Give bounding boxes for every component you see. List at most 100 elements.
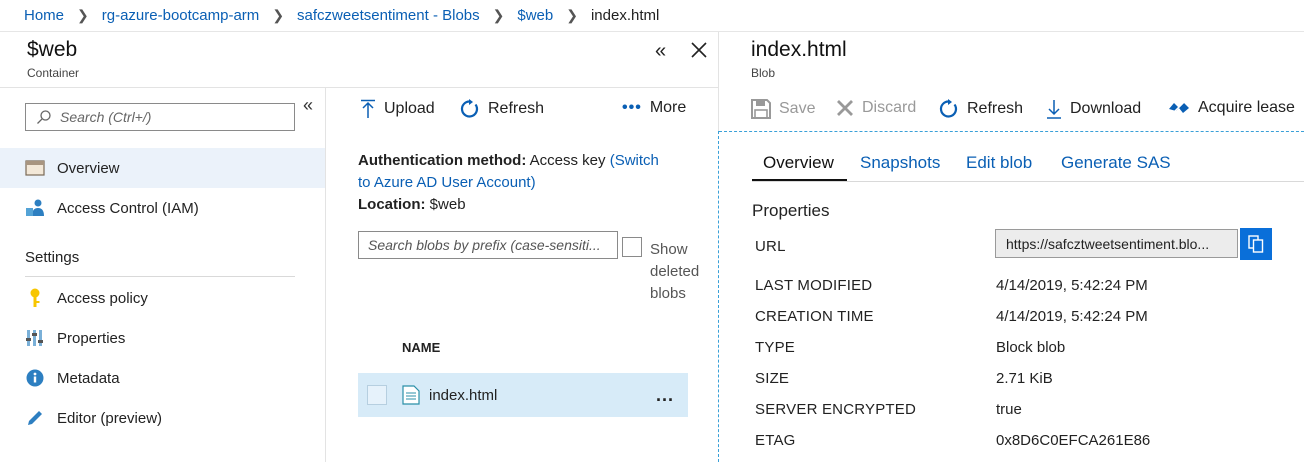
auth-label: Authentication method:	[358, 152, 527, 169]
switch-auth-link-cont[interactable]: to Azure AD User Account)	[358, 174, 536, 191]
sidebar-item-label: Access policy	[57, 289, 148, 307]
collapse-sidebar-icon[interactable]: «	[303, 95, 313, 116]
search-icon	[36, 109, 52, 125]
sidebar-item-properties[interactable]: Properties	[0, 318, 325, 358]
size-label: SIZE	[755, 370, 790, 387]
sidebar-item-label: Metadata	[57, 369, 120, 387]
info-icon	[25, 368, 45, 388]
blob-subtitle: Blob	[751, 66, 776, 80]
chevron-right-icon: ❯	[272, 7, 285, 23]
iam-icon	[25, 198, 45, 218]
show-deleted-checkbox[interactable]	[622, 237, 642, 257]
type-label: TYPE	[755, 339, 795, 356]
blade-divider	[718, 32, 719, 132]
double-chevron-left-icon[interactable]: «	[655, 40, 666, 63]
table-row[interactable]: index.html ...	[358, 373, 688, 417]
etag-label: ETAG	[755, 432, 796, 449]
save-button[interactable]: Save	[751, 99, 815, 119]
url-field[interactable]: https://safcztweetsentiment.blo...	[995, 229, 1238, 258]
row-checkbox[interactable]	[367, 385, 387, 405]
tab-overview[interactable]: Overview	[763, 153, 834, 173]
properties-icon	[25, 328, 45, 348]
type-value: Block blob	[996, 339, 1066, 356]
last-modified-label: LAST MODIFIED	[755, 277, 873, 294]
properties-heading: Properties	[752, 201, 830, 220]
acquire-lease-label: Acquire lease	[1198, 99, 1295, 116]
sidebar-item-overview[interactable]: Overview	[0, 148, 325, 188]
ellipsis-icon: •••	[622, 99, 642, 116]
server-encrypted-label: SERVER ENCRYPTED	[755, 401, 917, 418]
server-encrypted-value: true	[996, 401, 1022, 418]
blob-refresh-button[interactable]: Refresh	[939, 99, 1023, 119]
url-label: URL	[755, 238, 786, 255]
refresh-icon	[460, 99, 480, 119]
chevron-right-icon: ❯	[492, 7, 505, 23]
breadcrumb-container[interactable]: $web	[517, 7, 553, 24]
acquire-lease-button[interactable]: Acquire lease	[1168, 99, 1295, 117]
container-refresh-button[interactable]: Refresh	[460, 99, 544, 119]
copy-url-button[interactable]	[1240, 228, 1272, 260]
creation-time-value: 4/14/2019, 5:42:24 PM	[996, 308, 1148, 325]
download-icon	[1046, 99, 1062, 119]
save-icon	[751, 99, 771, 119]
blob-title: index.html	[751, 38, 847, 61]
upload-icon	[360, 99, 376, 119]
blob-name[interactable]: index.html	[429, 387, 497, 404]
settings-heading: Settings	[25, 249, 80, 266]
file-icon	[402, 385, 420, 405]
sidebar-item-label: Editor (preview)	[57, 409, 163, 427]
sidebar-item-iam[interactable]: Access Control (IAM)	[0, 188, 325, 228]
pencil-icon	[25, 408, 45, 428]
sidebar-item-label: Access Control (IAM)	[57, 199, 199, 217]
overview-icon	[25, 158, 45, 178]
download-label: Download	[1070, 100, 1142, 117]
download-button[interactable]: Download	[1046, 99, 1141, 119]
etag-value: 0x8D6C0EFCA261E86	[996, 432, 1151, 449]
settings-divider	[25, 276, 295, 277]
breadcrumb-resource-group[interactable]: rg-azure-bootcamp-arm	[102, 7, 260, 24]
blob-search-input[interactable]: Search blobs by prefix (case-sensiti...	[358, 231, 618, 259]
key-icon	[25, 288, 45, 308]
blade-divider-dashed	[718, 131, 719, 462]
sidebar-item-metadata[interactable]: Metadata	[0, 358, 325, 398]
copy-icon	[1248, 235, 1264, 253]
sidebar-search-input[interactable]: Search (Ctrl+/)	[25, 103, 295, 131]
breadcrumb-blobs[interactable]: safczweetsentiment - Blobs	[297, 7, 480, 24]
size-value: 2.71 KiB	[996, 370, 1053, 387]
discard-button[interactable]: Discard	[836, 99, 916, 117]
header-divider	[0, 87, 718, 88]
chevron-right-icon: ❯	[77, 7, 89, 23]
more-button[interactable]: ••• More	[622, 99, 686, 117]
discard-icon	[836, 99, 854, 117]
breadcrumb-home[interactable]: Home	[24, 7, 64, 24]
container-subtitle: Container	[27, 66, 80, 80]
auth-info: Authentication method: Access key (Switc…	[358, 150, 698, 216]
tabs-divider	[752, 181, 1304, 182]
refresh-label: Refresh	[967, 100, 1024, 117]
close-icon[interactable]	[690, 41, 708, 63]
sidebar-search-placeholder: Search (Ctrl+/)	[60, 109, 152, 125]
switch-auth-link[interactable]: (Switch	[610, 152, 659, 169]
upload-button[interactable]: Upload	[360, 99, 435, 119]
breadcrumb: Home ❯ rg-azure-bootcamp-arm ❯ safczweet…	[0, 0, 1304, 32]
row-more-button[interactable]: ...	[656, 385, 674, 406]
sidebar-item-label: Overview	[57, 159, 120, 177]
more-label: More	[649, 99, 687, 116]
creation-time-label: CREATION TIME	[755, 308, 874, 325]
sidebar-item-editor[interactable]: Editor (preview)	[0, 398, 325, 438]
tab-edit-blob[interactable]: Edit blob	[966, 153, 1032, 173]
name-column-header[interactable]: NAME	[402, 340, 440, 355]
toolbar-divider-dashed	[719, 131, 1304, 132]
tab-snapshots[interactable]: Snapshots	[860, 153, 940, 173]
lease-icon	[1168, 100, 1190, 116]
refresh-icon	[939, 99, 959, 119]
sidebar-item-access-policy[interactable]: Access policy	[0, 278, 325, 318]
tab-generate-sas[interactable]: Generate SAS	[1061, 153, 1171, 173]
save-label: Save	[779, 100, 816, 117]
auth-value: Access key	[529, 152, 606, 169]
location-label: Location:	[358, 196, 426, 213]
show-deleted-label: Show deleted blobs	[650, 241, 700, 302]
discard-label: Discard	[862, 99, 917, 116]
breadcrumb-current: index.html	[590, 7, 660, 24]
upload-label: Upload	[384, 100, 435, 117]
